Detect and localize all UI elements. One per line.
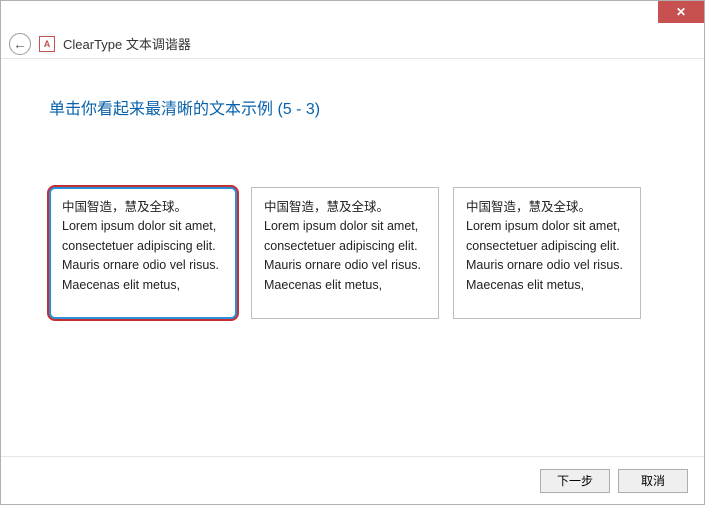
sample-cn: 中国智造，慧及全球。 xyxy=(264,198,426,217)
app-icon-glyph: A xyxy=(44,39,51,49)
window-frame: ✕ ← A ClearType 文本调谐器 单击你看起来最清晰的文本示例 (5 … xyxy=(0,0,705,505)
footer-bar: 下一步 取消 xyxy=(1,456,704,504)
back-button[interactable]: ← xyxy=(9,33,31,55)
sample-body: Lorem ipsum dolor sit amet, consectetuer… xyxy=(62,217,224,295)
next-button[interactable]: 下一步 xyxy=(540,469,610,493)
text-sample-1[interactable]: 中国智造，慧及全球。 Lorem ipsum dolor sit amet, c… xyxy=(49,187,237,319)
text-sample-3[interactable]: 中国智造，慧及全球。 Lorem ipsum dolor sit amet, c… xyxy=(453,187,641,319)
titlebar: ✕ xyxy=(1,1,704,29)
content-area: 单击你看起来最清晰的文本示例 (5 - 3) 中国智造，慧及全球。 Lorem … xyxy=(1,59,704,456)
samples-row: 中国智造，慧及全球。 Lorem ipsum dolor sit amet, c… xyxy=(49,187,656,319)
page-heading: 单击你看起来最清晰的文本示例 (5 - 3) xyxy=(49,95,656,119)
header-row: ← A ClearType 文本调谐器 xyxy=(1,29,704,59)
cancel-button[interactable]: 取消 xyxy=(618,469,688,493)
close-icon: ✕ xyxy=(676,5,686,19)
sample-body: Lorem ipsum dolor sit amet, consectetuer… xyxy=(264,217,426,295)
sample-body: Lorem ipsum dolor sit amet, consectetuer… xyxy=(466,217,628,295)
close-button[interactable]: ✕ xyxy=(658,1,704,23)
sample-cn: 中国智造，慧及全球。 xyxy=(62,198,224,217)
text-sample-2[interactable]: 中国智造，慧及全球。 Lorem ipsum dolor sit amet, c… xyxy=(251,187,439,319)
back-icon: ← xyxy=(13,36,27,52)
sample-cn: 中国智造，慧及全球。 xyxy=(466,198,628,217)
app-title: ClearType 文本调谐器 xyxy=(63,34,191,53)
app-icon: A xyxy=(39,36,55,52)
